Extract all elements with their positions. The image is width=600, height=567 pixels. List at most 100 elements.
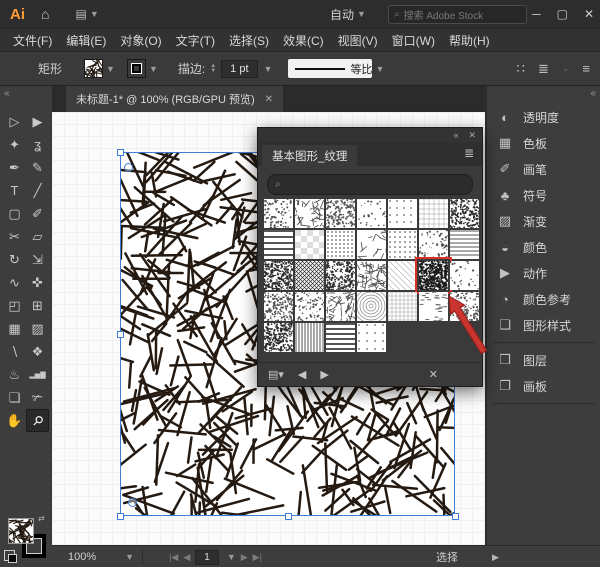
texture-swatch[interactable] (264, 230, 293, 259)
auto-dropdown[interactable]: 自动 ▼ (330, 6, 366, 23)
next-library-icon[interactable]: ▶ (320, 368, 328, 381)
menu-视图[interactable]: 视图(V) (331, 30, 385, 51)
minimize-button[interactable]: ─ (532, 7, 541, 21)
dock-item-颜色[interactable]: ◒颜色 (487, 234, 600, 260)
selection-handle[interactable] (117, 331, 124, 338)
stock-search-input[interactable]: ⌕ 搜索 Adobe Stock (388, 5, 527, 24)
lasso-tool[interactable]: ʓ (27, 134, 48, 155)
line-segment-tool[interactable]: ╱ (27, 180, 48, 201)
home-icon[interactable]: ⌂ (41, 6, 49, 22)
default-fill-stroke-icon[interactable] (4, 550, 15, 561)
texture-swatch[interactable] (450, 292, 479, 321)
texture-swatch[interactable] (264, 261, 293, 290)
selection-handle[interactable] (452, 513, 459, 520)
chevron-down-icon[interactable]: ▼ (264, 64, 273, 74)
texture-swatch[interactable] (295, 261, 324, 290)
collapse-tools-icon[interactable]: « (4, 88, 10, 99)
slice-tool[interactable]: ✃ (27, 387, 48, 408)
rotate-tool[interactable]: ↻ (4, 249, 25, 270)
artboard-number[interactable]: 1 (195, 550, 219, 565)
symbol-sprayer-tool[interactable]: ♨ (4, 364, 25, 385)
menu-文件[interactable]: 文件(F) (6, 30, 59, 51)
arrange-icon[interactable]: ∷ (517, 61, 525, 77)
first-artboard-icon[interactable]: |◀ (169, 552, 178, 563)
texture-swatch[interactable] (326, 230, 355, 259)
menu-文字[interactable]: 文字(T) (169, 30, 222, 51)
artboard-tool[interactable]: ❏ (4, 387, 25, 408)
status-menu-arrow[interactable]: ▶ (492, 552, 499, 563)
texture-swatch[interactable] (388, 261, 417, 290)
dock-item-图形样式[interactable]: ❏图形样式 (487, 312, 600, 338)
library-menu-icon[interactable]: ▤▾ (268, 368, 284, 381)
last-artboard-icon[interactable]: ▶| (253, 552, 262, 563)
mesh-tool[interactable]: ▦ (4, 318, 25, 339)
dock-item-画笔[interactable]: ✐画笔 (487, 156, 600, 182)
chevron-down-icon[interactable]: ▼ (375, 64, 384, 74)
close-button[interactable]: ✕ (584, 7, 594, 21)
stroke-weight-stepper[interactable]: ▲▼ (210, 64, 216, 74)
texture-swatch[interactable] (419, 199, 448, 228)
menu-帮助[interactable]: 帮助(H) (442, 30, 497, 51)
dock-item-颜色参考[interactable]: ◔颜色参考 (487, 286, 600, 312)
texture-swatch[interactable] (326, 261, 355, 290)
texture-swatch[interactable] (419, 292, 448, 321)
texture-swatch[interactable] (326, 199, 355, 228)
texture-swatch[interactable] (264, 199, 293, 228)
column-graph-tool[interactable]: ▂▅▇ (27, 364, 48, 385)
puppet-warp-tool[interactable]: ✜ (27, 272, 48, 293)
shaper-tool[interactable]: ✎ (27, 157, 48, 178)
texture-swatch[interactable] (388, 230, 417, 259)
panel-close-icon[interactable]: ✕ (468, 130, 476, 141)
texture-swatch[interactable] (357, 323, 386, 352)
options-list-icon[interactable]: ≡ (582, 61, 590, 76)
texture-swatch[interactable] (388, 199, 417, 228)
width-tool[interactable]: ∿ (4, 272, 25, 293)
panel-collapse-icon[interactable]: « (453, 130, 458, 140)
swap-fill-stroke-icon[interactable]: ⇄ (38, 514, 45, 523)
dock-item-渐变[interactable]: ▨渐变 (487, 208, 600, 234)
workspace-switcher[interactable]: ▤ ▼ (75, 7, 98, 21)
prev-library-icon[interactable]: ◀ (298, 368, 306, 381)
shape-builder-tool[interactable]: ◰ (4, 295, 25, 316)
texture-swatch[interactable] (326, 292, 355, 321)
maximize-button[interactable]: ▢ (557, 7, 568, 21)
menu-选择[interactable]: 选择(S) (222, 30, 276, 51)
stroke-profile-button[interactable]: 等比 (288, 59, 372, 78)
fill-color-dropdown[interactable]: ▼ (84, 59, 115, 78)
blend-tool[interactable]: ❖ (27, 341, 48, 362)
stroke-weight-value[interactable]: 1 pt (221, 60, 257, 78)
chevron-down-icon[interactable]: ⌄ (562, 63, 570, 74)
panel-menu-icon[interactable]: ≣ (464, 146, 474, 160)
fill-color-well[interactable] (8, 518, 34, 544)
dock-item-符号[interactable]: ♣符号 (487, 182, 600, 208)
texture-swatch[interactable] (357, 230, 386, 259)
selection-handle[interactable] (117, 513, 124, 520)
zoom-level-dropdown[interactable]: 100% ▼ (68, 551, 134, 563)
chevron-down-icon[interactable]: ▼ (227, 552, 236, 562)
paintbrush-tool[interactable]: ✐ (27, 203, 48, 224)
texture-swatch[interactable] (357, 261, 386, 290)
tab-close-icon[interactable]: ✕ (265, 94, 273, 105)
magic-wand-tool[interactable]: ✦ (4, 134, 25, 155)
texture-swatch[interactable] (388, 292, 417, 321)
pen-tool[interactable]: ✒ (4, 157, 25, 178)
selection-handle[interactable] (285, 513, 292, 520)
rectangle-tool[interactable]: ▢ (4, 203, 25, 224)
gradient-tool[interactable]: ▨ (27, 318, 48, 339)
delete-swatch-icon[interactable]: ✕ (429, 368, 438, 381)
eyedropper-tool[interactable]: ∖ (4, 341, 25, 362)
texture-swatch[interactable] (450, 261, 479, 290)
type-tool[interactable]: T (4, 180, 25, 201)
texture-swatch[interactable] (450, 199, 479, 228)
selection-handle[interactable] (117, 149, 124, 156)
texture-swatch[interactable] (264, 323, 293, 352)
menu-效果[interactable]: 效果(C) (276, 30, 331, 51)
dock-item-图层[interactable]: ❒图层 (487, 347, 600, 373)
hand-tool[interactable]: ✋ (4, 410, 25, 431)
zoom-tool[interactable]: ⚲ (26, 409, 49, 432)
menu-窗口[interactable]: 窗口(W) (385, 30, 442, 51)
dock-item-透明度[interactable]: ◐透明度 (487, 104, 600, 130)
texture-swatch[interactable] (295, 230, 324, 259)
menu-编辑[interactable]: 编辑(E) (59, 30, 113, 51)
dock-item-色板[interactable]: ▦色板 (487, 130, 600, 156)
